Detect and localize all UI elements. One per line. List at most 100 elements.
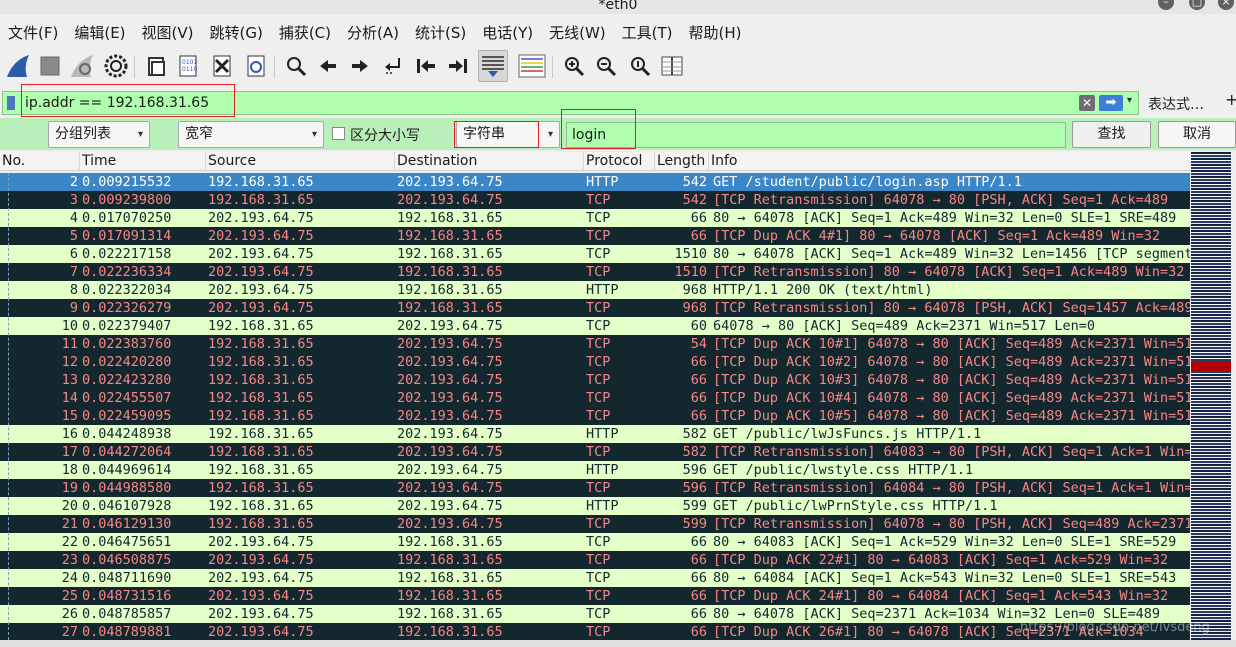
packet-row[interactable]: 17 0.044272064 192.168.31.65 202.193.64.75 T… — [0, 443, 1190, 461]
add-filter-button-icon[interactable]: + — [1225, 90, 1236, 109]
reload-file-icon[interactable] — [242, 52, 270, 80]
packet-length: 60 — [690, 318, 707, 334]
packet-list-minimap-scrollbar[interactable] — [1191, 152, 1231, 640]
open-file-icon[interactable] — [142, 52, 170, 80]
horizontal-scrollbar[interactable] — [0, 640, 1236, 647]
packet-row[interactable]: 22 0.046475651 202.193.64.75 192.168.31.65 T… — [0, 533, 1190, 551]
packet-time: 0.044248938 — [82, 426, 172, 442]
packet-row[interactable]: 15 0.022459095 192.168.31.65 202.193.64.75 T… — [0, 407, 1190, 425]
menu-statistics[interactable]: 统计(S) — [407, 22, 474, 44]
stop-square-icon[interactable] — [36, 52, 64, 80]
packet-source: 202.193.64.75 — [208, 588, 314, 604]
find-button[interactable]: 查找 — [1072, 121, 1151, 148]
capture-options-gear-icon[interactable] — [102, 52, 130, 80]
first-packet-icon[interactable] — [412, 52, 440, 80]
colorize-icon[interactable] — [518, 52, 546, 80]
restart-fin-icon[interactable] — [68, 52, 96, 80]
go-to-packet-icon[interactable] — [380, 52, 408, 80]
column-header-time[interactable]: Time — [80, 152, 206, 171]
packet-row[interactable]: 9 0.022326279 202.193.64.75 192.168.31.65 TC… — [0, 299, 1190, 317]
find-magnifier-icon[interactable] — [282, 52, 310, 80]
clear-filter-icon[interactable]: ✕ — [1079, 95, 1095, 111]
packet-time: 0.022379407 — [82, 318, 172, 334]
menu-view[interactable]: 视图(V) — [134, 22, 202, 44]
char-width-select[interactable]: 宽窄 ▾ — [178, 121, 324, 148]
expression-button[interactable]: 表达式… — [1148, 94, 1204, 114]
filter-history-dropdown-icon[interactable]: ▾ — [1127, 95, 1132, 106]
packet-protocol: TCP — [586, 210, 611, 226]
menu-telephony[interactable]: 电话(Y) — [474, 22, 541, 44]
menu-edit[interactable]: 编辑(E) — [66, 22, 133, 44]
apply-filter-icon[interactable]: ➡ — [1099, 95, 1123, 111]
shark-fin-start-icon[interactable] — [4, 52, 32, 80]
column-header-destination[interactable]: Destination — [395, 152, 584, 171]
autoscroll-icon[interactable] — [478, 50, 508, 82]
menu-file[interactable]: 文件(F) — [0, 22, 66, 44]
packet-source: 192.168.31.65 — [208, 462, 314, 478]
packet-length: 66 — [690, 552, 707, 568]
menu-help[interactable]: 帮助(H) — [681, 22, 750, 44]
packet-destination: 202.193.64.75 — [397, 336, 503, 352]
packet-row[interactable]: 20 0.046107928 192.168.31.65 202.193.64.75 H… — [0, 497, 1190, 515]
column-header-info[interactable]: Info — [709, 152, 1190, 171]
packet-protocol: TCP — [586, 624, 611, 640]
packet-time: 0.048785857 — [82, 606, 172, 622]
packet-row[interactable]: 25 0.048731516 202.193.64.75 192.168.31.65 T… — [0, 587, 1190, 605]
filter-bookmark-icon[interactable] — [7, 96, 15, 110]
packet-row[interactable]: 26 0.048785857 202.193.64.75 192.168.31.65 T… — [0, 605, 1190, 623]
packet-destination: 202.193.64.75 — [397, 462, 503, 478]
packet-row[interactable]: 6 0.022217158 202.193.64.75 192.168.31.65 TC… — [0, 245, 1190, 263]
case-sensitive-checkbox[interactable] — [332, 127, 345, 140]
column-header-protocol[interactable]: Protocol — [584, 152, 655, 171]
packet-row[interactable]: 3 0.009239800 192.168.31.65 202.193.64.75 TC… — [0, 191, 1190, 209]
zoom-in-icon[interactable] — [560, 52, 588, 80]
packet-row[interactable]: 13 0.022423280 192.168.31.65 202.193.64.75 T… — [0, 371, 1190, 389]
packet-row[interactable]: 11 0.022383760 192.168.31.65 202.193.64.75 T… — [0, 335, 1190, 353]
zoom-out-icon[interactable] — [592, 52, 620, 80]
packet-protocol: TCP — [586, 570, 611, 586]
menu-analyze[interactable]: 分析(A) — [339, 22, 407, 44]
packet-row[interactable]: 27 0.048789881 202.193.64.75 192.168.31.65 T… — [0, 623, 1190, 640]
packet-row[interactable]: 16 0.044248938 192.168.31.65 202.193.64.75 H… — [0, 425, 1190, 443]
packet-row[interactable]: 2 0.009215532 192.168.31.65 202.193.64.75 HT… — [0, 173, 1190, 191]
packet-row[interactable]: 19 0.044988580 192.168.31.65 202.193.64.75 T… — [0, 479, 1190, 497]
column-header-source[interactable]: Source — [206, 152, 395, 171]
packet-info: 64078 → 80 [ACK] Seq=489 Ack=2371 Win=51… — [713, 318, 1096, 334]
close-file-icon[interactable] — [208, 52, 236, 80]
packet-length: 66 — [690, 210, 707, 226]
column-header-length[interactable]: Length — [655, 152, 709, 171]
packet-row[interactable]: 5 0.017091314 202.193.64.75 192.168.31.65 TC… — [0, 227, 1190, 245]
packet-length: 66 — [690, 624, 707, 640]
cancel-button[interactable]: 取消 — [1158, 121, 1236, 148]
packet-row[interactable]: 24 0.048711690 202.193.64.75 192.168.31.65 T… — [0, 569, 1190, 587]
packet-row[interactable]: 14 0.022455507 192.168.31.65 202.193.64.75 T… — [0, 389, 1190, 407]
find-string-input[interactable]: login — [566, 122, 1066, 148]
packet-row[interactable]: 18 0.044969614 192.168.31.65 202.193.64.75 H… — [0, 461, 1190, 479]
packet-row[interactable]: 7 0.022236334 202.193.64.75 192.168.31.65 TC… — [0, 263, 1190, 281]
packet-row[interactable]: 8 0.022322034 202.193.64.75 192.168.31.65 HT… — [0, 281, 1190, 299]
packet-length: 54 — [690, 336, 707, 352]
menu-capture[interactable]: 捕获(C) — [271, 22, 339, 44]
packet-row[interactable]: 21 0.046129130 192.168.31.65 202.193.64.75 T… — [0, 515, 1190, 533]
packet-info: [TCP Retransmission] 64083 → 80 [PSH, AC… — [713, 444, 1190, 460]
resize-columns-icon[interactable] — [658, 52, 686, 80]
search-in-select[interactable]: 分组列表 ▾ — [48, 121, 150, 148]
menu-tools[interactable]: 工具(T) — [614, 22, 681, 44]
last-packet-icon[interactable] — [444, 52, 472, 80]
packet-row[interactable]: 12 0.022420280 192.168.31.65 202.193.64.75 T… — [0, 353, 1190, 371]
go-forward-arrow-icon[interactable] — [346, 52, 374, 80]
menu-wireless[interactable]: 无线(W) — [541, 22, 614, 44]
packet-row[interactable]: 23 0.046508875 202.193.64.75 192.168.31.65 T… — [0, 551, 1190, 569]
zoom-normal-icon[interactable] — [626, 52, 654, 80]
packet-info: 80 → 64078 [ACK] Seq=1 Ack=489 Win=32 Le… — [713, 210, 1177, 226]
save-file-icon[interactable]: 0101 0110 — [174, 52, 202, 80]
packet-row[interactable]: 10 0.022379407 192.168.31.65 202.193.64.75 T… — [0, 317, 1190, 335]
column-header-no[interactable]: No. — [0, 152, 80, 171]
menu-go[interactable]: 跳转(G) — [202, 22, 271, 44]
go-back-arrow-icon[interactable] — [314, 52, 342, 80]
watermark-text: https://blog.csdn.net/lvsdeng — [1020, 620, 1210, 635]
svg-text:0110: 0110 — [182, 66, 197, 73]
packet-row[interactable]: 4 0.017070250 202.193.64.75 192.168.31.65 TC… — [0, 209, 1190, 227]
packet-time: 0.048731516 — [82, 588, 172, 604]
packet-info: [TCP Dup ACK 10#3] 64078 → 80 [ACK] Seq=… — [713, 372, 1190, 388]
